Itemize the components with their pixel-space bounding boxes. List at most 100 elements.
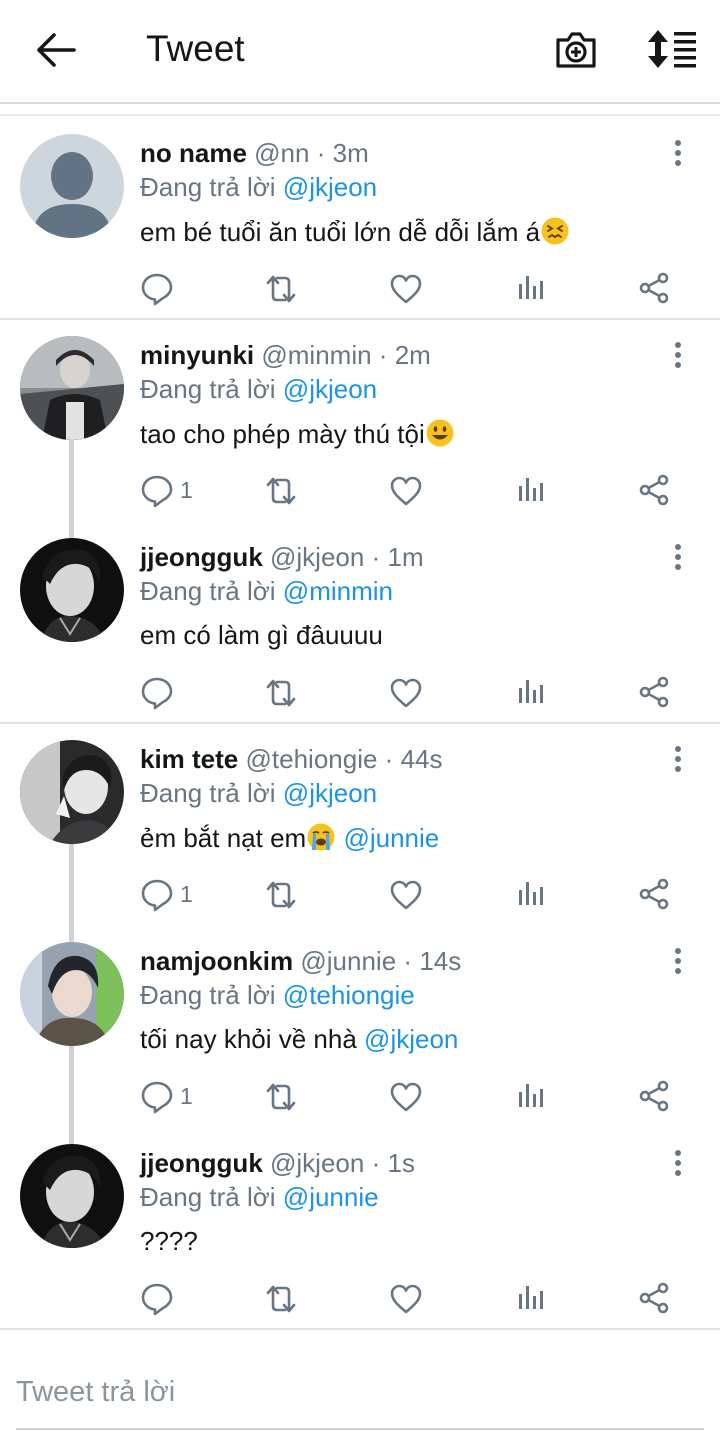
tweet-header: kim tete @tehiongie · 44s xyxy=(140,744,443,775)
avatar[interactable] xyxy=(20,942,124,1046)
reply-input[interactable] xyxy=(16,1356,704,1430)
avatar[interactable] xyxy=(20,1144,124,1248)
replying-to: Đang trả lời @minmin xyxy=(140,576,393,607)
replying-to-mention[interactable]: @jkjeon xyxy=(283,172,377,202)
display-name[interactable]: minyunki xyxy=(140,340,254,370)
reply-count: 1 xyxy=(180,881,193,907)
retweet-button[interactable] xyxy=(263,1278,303,1318)
share-icon xyxy=(638,474,670,506)
bar-chart-icon xyxy=(516,676,546,706)
separator-dot: · xyxy=(371,1148,381,1178)
retweet-button[interactable] xyxy=(263,672,303,712)
retweet-icon xyxy=(263,1080,299,1114)
replying-to-mention[interactable]: @minmin xyxy=(283,576,393,606)
retweet-icon xyxy=(263,1282,299,1316)
separator-dot: · xyxy=(371,542,381,572)
more-options-button[interactable] xyxy=(668,138,688,168)
tweet[interactable]: jjeongguk @jkjeon · 1m Đang trả lời @min… xyxy=(0,522,720,724)
tweet-text: em có làm gì đâuuuu xyxy=(140,620,383,651)
analytics-button[interactable] xyxy=(516,1278,548,1318)
share-button[interactable] xyxy=(638,268,672,308)
tweet[interactable]: kim tete @tehiongie · 44s Đang trả lời @… xyxy=(0,724,720,926)
reply-icon xyxy=(140,272,174,306)
user-handle: @tehiongie xyxy=(245,744,378,774)
share-button[interactable] xyxy=(638,470,672,510)
tweet-actions xyxy=(0,268,720,308)
tweet[interactable]: no name @nn · 3m Đang trả lời @jkjeon em… xyxy=(0,118,720,320)
more-options-button[interactable] xyxy=(668,744,688,774)
analytics-button[interactable] xyxy=(516,268,548,308)
reply-button[interactable] xyxy=(140,1278,210,1318)
reply-button[interactable] xyxy=(140,268,210,308)
tweet-mention[interactable]: @jkjeon xyxy=(364,1024,458,1054)
retweet-button[interactable] xyxy=(263,1076,303,1116)
back-button[interactable] xyxy=(34,30,78,70)
retweet-button[interactable] xyxy=(263,874,303,914)
timestamp: 44s xyxy=(400,744,443,774)
separator-dot: · xyxy=(403,946,413,976)
analytics-button[interactable] xyxy=(516,1076,548,1116)
analytics-button[interactable] xyxy=(516,470,548,510)
replying-to-mention[interactable]: @tehiongie xyxy=(283,980,415,1010)
reply-icon xyxy=(140,474,174,508)
share-button[interactable] xyxy=(638,672,672,712)
more-options-button[interactable] xyxy=(668,1148,688,1178)
retweet-icon xyxy=(263,474,299,508)
retweet-button[interactable] xyxy=(263,268,303,308)
display-name[interactable]: kim tete xyxy=(140,744,238,774)
share-button[interactable] xyxy=(638,874,672,914)
tweet[interactable]: namjoonkim @junnie · 14s Đang trả lời @t… xyxy=(0,926,720,1128)
reply-button[interactable] xyxy=(140,672,210,712)
reply-icon xyxy=(140,676,174,710)
like-button[interactable] xyxy=(389,672,425,712)
more-vertical-icon xyxy=(668,542,688,572)
analytics-button[interactable] xyxy=(516,874,548,914)
more-options-button[interactable] xyxy=(668,946,688,976)
like-button[interactable] xyxy=(389,470,425,510)
analytics-button[interactable] xyxy=(516,672,548,712)
tweet[interactable]: minyunki @minmin · 2m Đang trả lời @jkje… xyxy=(0,320,720,522)
tweet-header: minyunki @minmin · 2m xyxy=(140,340,431,371)
tweet[interactable]: jjeongguk @jkjeon · 1s Đang trả lời @jun… xyxy=(0,1128,720,1330)
top-app-bar: Tweet xyxy=(0,0,720,104)
more-options-button[interactable] xyxy=(668,340,688,370)
reply-button[interactable]: 1 xyxy=(140,1076,210,1116)
display-name[interactable]: namjoonkim xyxy=(140,946,293,976)
display-name[interactable]: jjeongguk xyxy=(140,542,263,572)
tweet-text-content: em có làm gì đâuuuu xyxy=(140,620,383,650)
share-icon xyxy=(638,878,670,910)
tweet-actions: 1 xyxy=(0,1076,720,1116)
retweet-button[interactable] xyxy=(263,470,303,510)
tweet-mention[interactable]: @junnie xyxy=(343,823,439,853)
page-title: Tweet xyxy=(146,28,245,69)
avatar[interactable] xyxy=(20,134,124,238)
display-name[interactable]: jjeongguk xyxy=(140,1148,263,1178)
like-button[interactable] xyxy=(389,1076,425,1116)
like-button[interactable] xyxy=(389,874,425,914)
like-button[interactable] xyxy=(389,1278,425,1318)
reply-count: 1 xyxy=(180,1083,193,1109)
replying-to-label: Đang trả lời xyxy=(140,576,276,606)
sort-button[interactable] xyxy=(646,28,698,70)
camera-button[interactable] xyxy=(554,28,598,72)
avatar[interactable] xyxy=(20,538,124,642)
retweet-icon xyxy=(263,676,299,710)
user-handle: @junnie xyxy=(300,946,397,976)
like-button[interactable] xyxy=(389,268,425,308)
avatar[interactable] xyxy=(20,740,124,844)
replying-to-mention[interactable]: @junnie xyxy=(283,1182,379,1212)
share-button[interactable] xyxy=(638,1278,672,1318)
reply-button[interactable]: 1 xyxy=(140,874,210,914)
more-options-button[interactable] xyxy=(668,542,688,572)
more-vertical-icon xyxy=(668,138,688,168)
timestamp: 2m xyxy=(394,340,431,370)
replying-to-mention[interactable]: @jkjeon xyxy=(283,374,377,404)
user-handle: @jkjeon xyxy=(270,542,365,572)
grinning-face-emoji xyxy=(426,419,454,447)
display-name[interactable]: no name xyxy=(140,138,247,168)
avatar[interactable] xyxy=(20,336,124,440)
share-button[interactable] xyxy=(638,1076,672,1116)
replying-to-mention[interactable]: @jkjeon xyxy=(283,778,377,808)
heart-icon xyxy=(389,878,423,912)
reply-button[interactable]: 1 xyxy=(140,470,210,510)
